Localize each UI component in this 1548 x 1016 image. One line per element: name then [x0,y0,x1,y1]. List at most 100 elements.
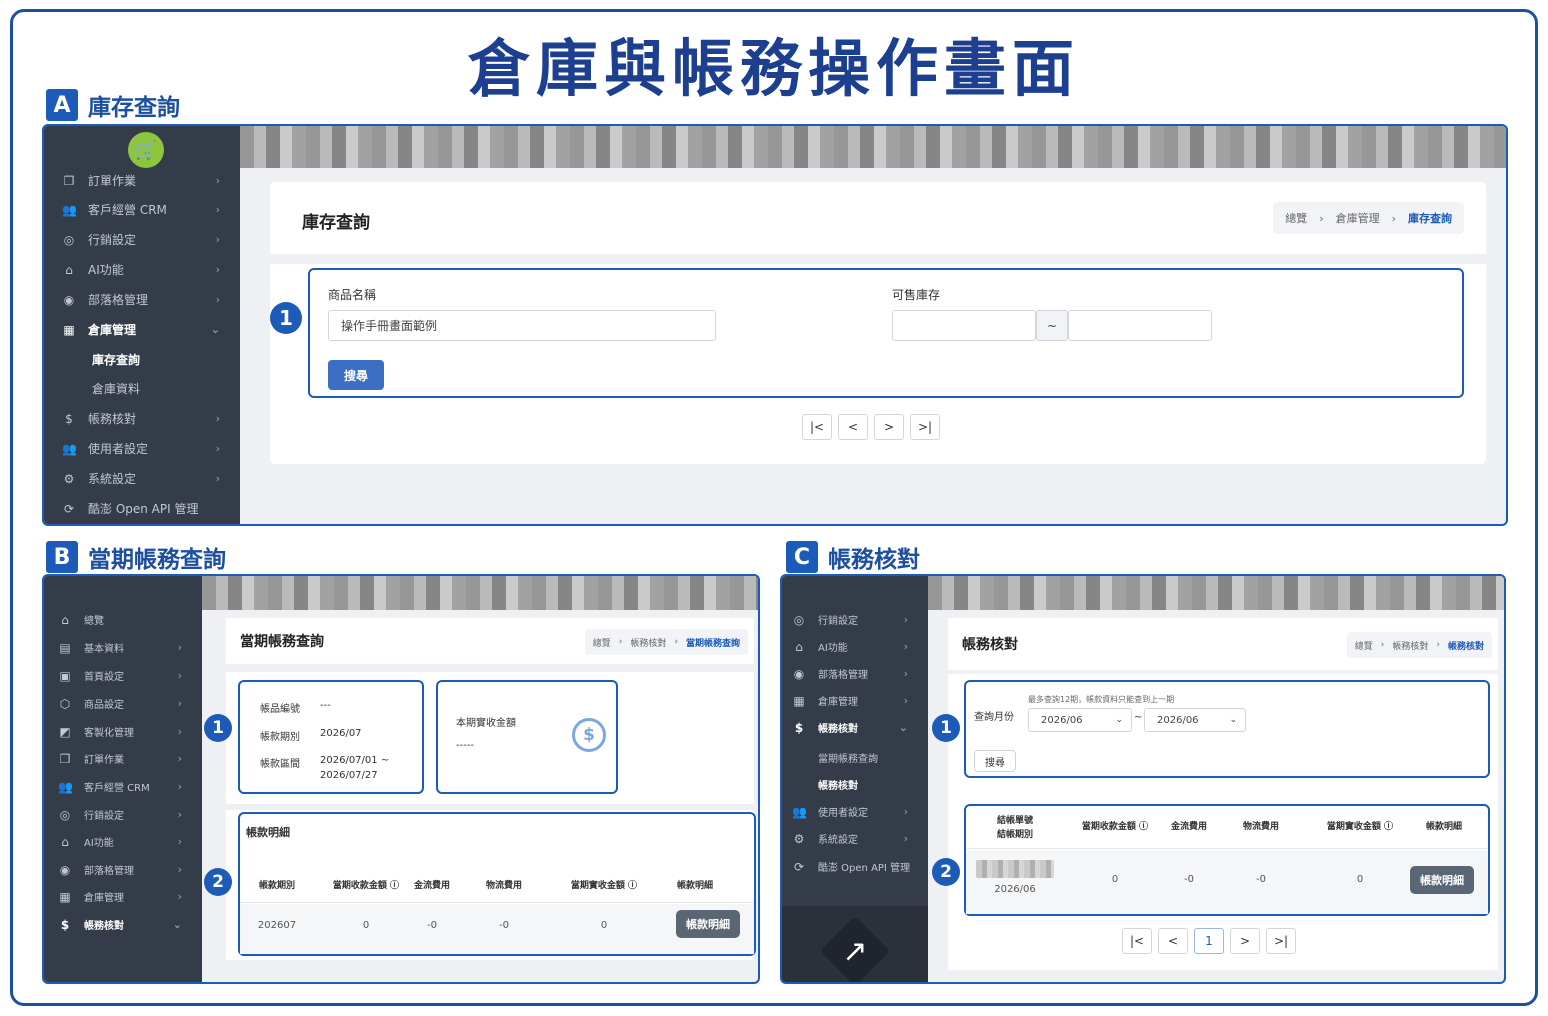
dollar-icon: $ [794,720,804,735]
sidebar-item-5[interactable]: ❐ 訂單作業 › [44,751,202,767]
crumb-home-b[interactable]: 總覽 [593,636,611,649]
breadcrumb-b: 總覽 › 帳務核對 › 當期帳務查詢 [584,629,748,655]
crumb-home[interactable]: 總覽 [1285,210,1307,226]
search-button[interactable]: 搜尋 [328,360,384,390]
sidebar-sub-inventory-query[interactable]: 庫存查詢 [92,351,140,368]
sidebar-item-3[interactable]: ⬡ 商品設定 › [44,696,202,712]
stock-min-input[interactable] [892,310,1036,341]
robot-icon: ⌂ [65,262,73,277]
sidebar-item-label: 客戶經營 CRM [88,203,167,217]
table-header: 金流費用 [413,881,450,891]
pager-button[interactable]: >| [910,414,940,440]
sidebar-item-3[interactable]: ▦ 倉庫管理 › [782,693,928,709]
table-cell: -0 [427,920,437,931]
sidebar-item-9[interactable]: ⟳ 酷澎 Open API 管理 [44,500,240,517]
sidebar-item-6[interactable]: 👥 客戶經營 CRM › [44,779,202,795]
sidebar-c: ◎ 行銷設定 › ⌂ AI功能 › ◉ 部落格管理 › ▦ 倉庫管理 › $ 帳務核對 ⌄ 👥 使用者設定 › ⚙ 系… [782,576,928,982]
sidebar-item-10[interactable]: ▦ 倉庫管理 › [44,889,202,905]
sidebar-item-1[interactable]: 👥 客戶經營 CRM › [44,201,240,218]
sidebar-sub-current-billing[interactable]: 當期帳務查詢 [818,750,878,765]
section-a-label: A 庫存查詢 [46,88,180,122]
sidebar-item-2[interactable]: ▣ 首頁設定 › [44,668,202,684]
sidebar-item-label: 部落格管理 [84,866,134,877]
sidebar-item-7[interactable]: ⟳ 酷澎 Open API 管理 [782,859,928,875]
pager-button[interactable]: 1 [1194,928,1224,954]
sidebar-item-1[interactable]: ⌂ AI功能 › [782,639,928,655]
sidebar-b: ⌂ 總覽 ▤ 基本資料 › ▣ 首頁設定 › ⬡ 商品設定 › ◩ 客製化管理 › ❐ 訂單作業 › 👥 客戶經營 … [44,576,202,982]
circle-icon: ◉ [63,292,75,307]
external-link-icon[interactable]: ↗ [832,926,878,976]
sidebar-sub-reconcile[interactable]: 帳務核對 [818,777,858,792]
sidebar-item-4[interactable]: ◩ 客製化管理 › [44,724,202,740]
sidebar-item-2[interactable]: ◎ 行銷設定 › [44,231,240,248]
sidebar-item-7[interactable]: ◎ 行銷設定 › [44,807,202,823]
section-b-badge: B [46,541,78,573]
blurred-header [240,126,1506,168]
range-label: 帳款區間 [260,759,300,770]
sidebar-item-0[interactable]: ⌂ 總覽 [44,612,202,628]
sidebar-item-3[interactable]: ⌂ AI功能 › [44,261,240,278]
crumb-warehouse[interactable]: 倉庫管理 [1336,210,1380,226]
pager-button[interactable]: > [1230,928,1260,954]
detail-button-b[interactable]: 帳款明細 [676,910,740,938]
chevron-right-icon: › [903,805,908,818]
sidebar-item-4[interactable]: $ 帳務核對 ⌄ [782,720,928,736]
sidebar-item-4[interactable]: ◉ 部落格管理 › [44,291,240,308]
chevron-down-icon: ⌄ [172,918,182,931]
sidebar-sub-warehouse-data[interactable]: 倉庫資料 [92,380,140,397]
chevron-right-icon: › [177,725,182,738]
crumb-billing-c[interactable]: 帳務核對 [1392,639,1428,652]
pager-button[interactable]: < [1158,928,1188,954]
crumb-home-c[interactable]: 總覽 [1355,639,1373,652]
card-icon: ▤ [59,640,71,655]
sidebar-item-label: 行銷設定 [88,233,137,247]
chevron-right-icon: › [215,233,220,246]
page-heading-b: 當期帳務查詢 [240,634,324,650]
circle-icon: ◉ [59,862,71,877]
sidebar-item-0[interactable]: ◎ 行銷設定 › [782,612,928,628]
sidebar-item-label: AI功能 [88,263,124,277]
section-a-title: 庫存查詢 [88,95,180,121]
code-label: 帳品編號 [260,704,300,715]
chevron-right-icon: › [903,640,908,653]
sidebar-item-2[interactable]: ◉ 部落格管理 › [782,666,928,682]
sidebar-item-9[interactable]: ◉ 部落格管理 › [44,862,202,878]
sidebar-item-label: 訂單作業 [88,174,137,188]
detail-button-c[interactable]: 帳款明細 [1410,866,1474,894]
sidebar-item-8[interactable]: ⚙ 系統設定 › [44,470,240,487]
pager-button[interactable]: < [838,414,868,440]
pager-button[interactable]: >| [1266,928,1296,954]
month-to-select[interactable]: 2026/06 ⌄ [1144,708,1246,732]
period-value: 2026/07 [320,728,362,739]
sidebar-item-5[interactable]: 👥 使用者設定 › [782,804,928,820]
month-from-select[interactable]: 2026/06 ⌄ [1028,708,1132,732]
chevron-down-icon: ⌄ [898,721,908,734]
product-name-input[interactable]: 操作手冊畫面範例 [328,310,716,341]
pager-button[interactable]: |< [802,414,832,440]
sidebar-item-7[interactable]: 👥 使用者設定 › [44,440,240,457]
robot-icon: ⌂ [61,834,69,849]
dollar-icon: $ [60,917,70,932]
target-icon: ◎ [63,232,75,247]
chevron-right-icon: › [215,472,220,485]
sidebar-item-label: 商品設定 [84,700,124,711]
chevron-right-icon: › [177,669,182,682]
sidebar-item-11[interactable]: $ 帳務核對 ⌄ [44,917,202,933]
pager-button[interactable]: > [874,414,904,440]
grid-icon: ▦ [793,693,805,708]
sidebar-item-6[interactable]: $ 帳務核對 › [44,410,240,427]
sidebar-item-8[interactable]: ⌂ AI功能 › [44,834,202,850]
sidebar-item-5[interactable]: ▦ 倉庫管理 ⌄ [44,321,240,338]
sidebar-item-0[interactable]: ❐ 訂單作業 › [44,172,240,189]
chevron-right-icon: › [177,835,182,848]
sidebar-item-6[interactable]: ⚙ 系統設定 › [782,831,928,847]
crumb-billing-b[interactable]: 帳務核對 [630,636,666,649]
step-marker-c1: 1 [932,714,960,742]
sidebar-item-1[interactable]: ▤ 基本資料 › [44,640,202,656]
month-label: 查詢月份 [974,712,1014,723]
blurred-bill-number [976,860,1054,878]
stock-max-input[interactable] [1068,310,1212,341]
pager-button[interactable]: |< [1122,928,1152,954]
panel-c: ◎ 行銷設定 › ⌂ AI功能 › ◉ 部落格管理 › ▦ 倉庫管理 › $ 帳務核對 ⌄ 👥 使用者設定 › ⚙ 系… [780,574,1506,984]
search-button-c[interactable]: 搜尋 [974,750,1016,772]
